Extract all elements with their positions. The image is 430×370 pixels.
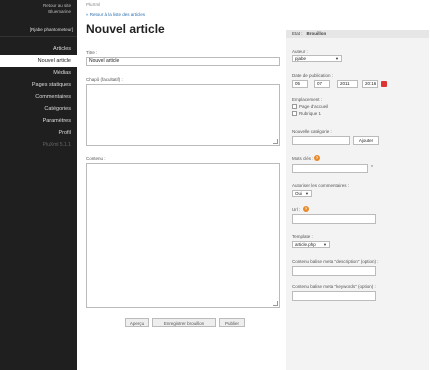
add-category-button[interactable]: Ajouter (353, 136, 379, 145)
current-user: [Rjabe phantometeur] (29, 27, 73, 32)
sidebar-item-settings[interactable]: Paramètres (0, 115, 77, 127)
sidebar-item-categories[interactable]: Catégories (0, 103, 77, 115)
calendar-icon[interactable] (381, 81, 387, 87)
help-icon[interactable]: ? (303, 206, 309, 212)
title-input[interactable]: Nouvel article (86, 57, 280, 66)
tags-label: Mots clés : (292, 156, 314, 161)
preview-button[interactable]: Aperçu (125, 318, 149, 327)
allow-comments-value: Oui (295, 191, 303, 196)
page-title: Nouvel article (86, 22, 165, 36)
chapo-textarea[interactable] (86, 84, 280, 146)
main-content: PluXml « Retour à la liste des articles … (77, 0, 430, 370)
status-value: Brouillon (306, 31, 327, 36)
back-to-list-link[interactable]: « Retour à la liste des articles (86, 12, 145, 17)
sidebar-item-media[interactable]: Médias (0, 67, 77, 79)
back-to-site-line2: Bluemarine (48, 9, 71, 14)
allow-comments-select[interactable]: Oui ▼ (292, 190, 312, 197)
date-day-input[interactable]: 05 (292, 80, 308, 88)
sidebar-item-static-pages[interactable]: Pages statiques (0, 79, 77, 91)
author-value: pjabe (295, 56, 307, 61)
url-label: Url : (292, 207, 301, 212)
options-panel: Etat : Brouillon Auteur : pjabe ▼ Date de… (286, 30, 429, 370)
meta-keywords-input[interactable] (292, 291, 376, 301)
sidebar-menu: Articles Nouvel article Médias Pages sta… (0, 43, 77, 151)
url-input[interactable] (292, 214, 376, 224)
new-category-input[interactable] (292, 136, 350, 145)
author-select[interactable]: pjabe ▼ (292, 55, 342, 62)
placement-label: Emplacement : (292, 97, 323, 102)
date-month-input[interactable]: 07 (314, 80, 330, 88)
sidebar-item-articles[interactable]: Articles (0, 43, 77, 55)
content-label: Contenu : (86, 156, 106, 161)
title-label: Titre : (86, 50, 98, 55)
sidebar-item-comments[interactable]: Commentaires (0, 91, 77, 103)
sidebar-item-new-article[interactable]: Nouvel article (0, 55, 77, 67)
date-year-input[interactable]: 2011 (337, 80, 358, 88)
date-label: Date de publication : (292, 73, 334, 78)
resize-grip-icon[interactable] (273, 139, 278, 144)
back-to-site-link[interactable]: Retour au site Bluemarine (25, 3, 71, 15)
homepage-checkbox[interactable] (292, 104, 297, 109)
chevron-down-icon: ▼ (305, 191, 309, 196)
template-value: article.php (295, 242, 316, 247)
author-label: Auteur : (292, 49, 308, 54)
status-header: Etat : Brouillon (286, 30, 429, 38)
allow-comments-label: Autoriser les commentaires : (292, 183, 350, 188)
status-label: Etat : (292, 31, 303, 36)
save-draft-button[interactable]: Enregistrer brouillon (152, 318, 216, 327)
resize-grip-icon[interactable] (273, 301, 278, 306)
category-1-option-label: Rubrique 1 (299, 111, 322, 116)
meta-description-input[interactable] (292, 266, 376, 276)
sidebar-divider (0, 36, 77, 37)
meta-description-label: Contenu balise meta "description" (optio… (292, 259, 379, 264)
chapo-label: Chapô (facultatif) : (86, 77, 123, 82)
category-1-checkbox[interactable] (292, 111, 297, 116)
chevron-down-icon: ▼ (335, 56, 339, 61)
meta-keywords-label: Contenu balise meta "keywords" (option) … (292, 284, 376, 289)
help-icon[interactable]: ? (314, 155, 320, 161)
chevron-down-icon: ▼ (323, 242, 327, 247)
breadcrumb: PluXml (86, 2, 101, 7)
version-label: PluXml 5.1.1 (42, 142, 71, 148)
content-textarea[interactable] (86, 163, 280, 308)
tags-input[interactable] (292, 164, 368, 173)
time-input[interactable]: 20:16 (362, 80, 378, 88)
asterisk-icon: * (371, 165, 373, 171)
homepage-option-label: Page d'accueil (299, 104, 329, 109)
template-select[interactable]: article.php ▼ (292, 241, 330, 248)
sidebar-item-profile[interactable]: Profil (0, 127, 77, 139)
new-category-label: Nouvelle catégorie : (292, 129, 332, 134)
publish-button[interactable]: Publier (219, 318, 245, 327)
sidebar: Retour au site Bluemarine [Rjabe phantom… (0, 0, 77, 370)
template-label: Template : (292, 234, 313, 239)
